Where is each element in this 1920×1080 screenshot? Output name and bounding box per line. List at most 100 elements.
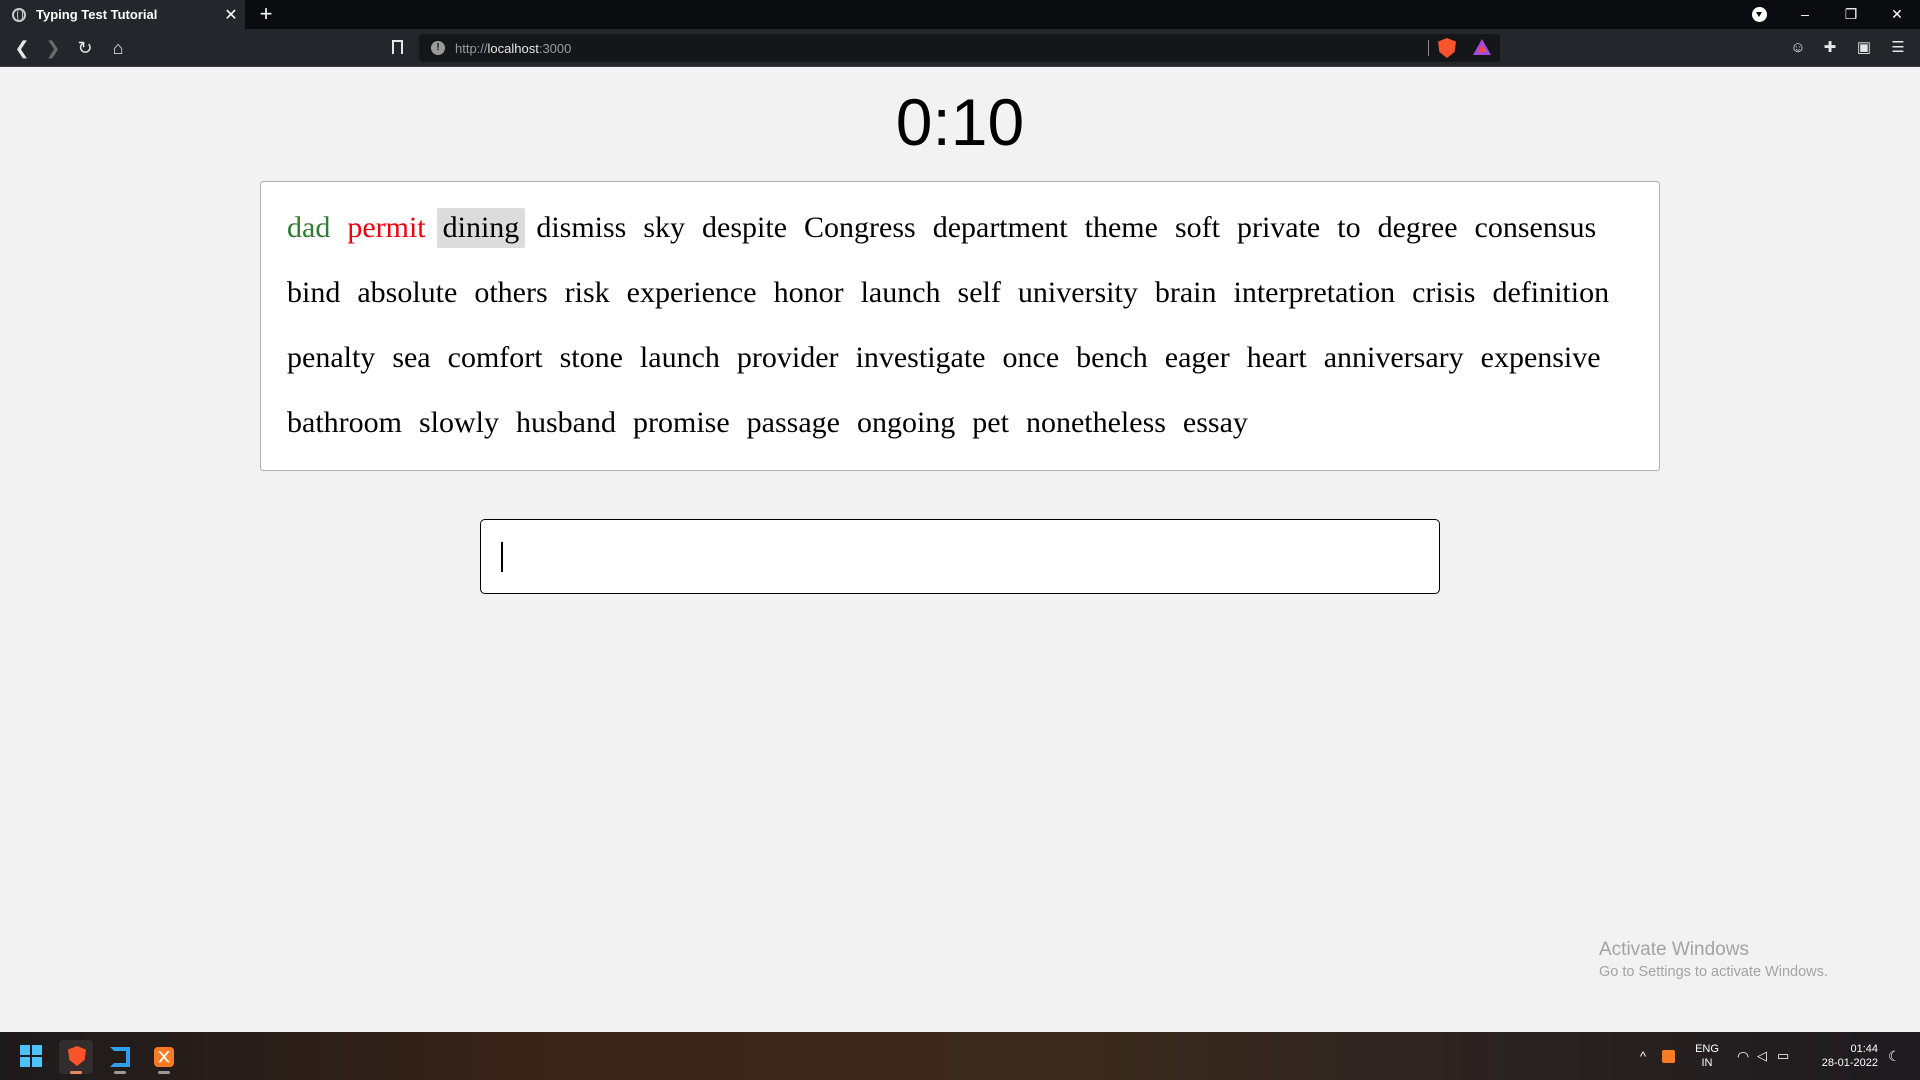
word-pending: dismiss bbox=[536, 211, 627, 244]
profile-menu-icon[interactable] bbox=[1752, 7, 1767, 22]
active-app-indicator bbox=[70, 1071, 82, 1074]
word-pending: provider bbox=[736, 341, 839, 374]
word-pending: honor bbox=[773, 276, 844, 309]
site-globe-icon bbox=[12, 7, 26, 22]
activate-windows-watermark: Activate Windows Go to Settings to activ… bbox=[1599, 939, 1828, 980]
word-pending: bathroom bbox=[287, 406, 402, 439]
word-pending: slowly bbox=[418, 406, 499, 439]
word-pending: heart bbox=[1246, 341, 1307, 374]
bookmark-icon[interactable] bbox=[392, 40, 403, 57]
word-pending: theme bbox=[1084, 211, 1158, 244]
word-pending: launch bbox=[860, 276, 941, 309]
xampp-icon: ᙭ bbox=[154, 1047, 174, 1067]
taskbar-brave-app[interactable] bbox=[59, 1040, 93, 1074]
word-pending: absolute bbox=[357, 276, 458, 309]
watermark-title: Activate Windows bbox=[1599, 939, 1749, 960]
word-incorrect: permit bbox=[347, 211, 426, 244]
clock-date: 28-01-2022 bbox=[1821, 1057, 1878, 1069]
clock-time: 01:44 bbox=[1850, 1043, 1878, 1055]
system-clock[interactable]: 01:44 28-01-2022 bbox=[1808, 1042, 1878, 1070]
reload-button[interactable]: ↻ bbox=[73, 36, 97, 60]
countdown-timer: 0:10 bbox=[895, 85, 1025, 159]
forward-button[interactable]: ❯ bbox=[41, 36, 65, 60]
main-menu-icon[interactable]: ☰ bbox=[1889, 39, 1907, 57]
watermark-subtitle: Go to Settings to activate Windows. bbox=[1599, 964, 1828, 980]
tab-close-button[interactable]: ✕ bbox=[217, 5, 245, 25]
word-pending: penalty bbox=[287, 341, 376, 374]
address-bar-divider bbox=[1428, 40, 1429, 56]
typing-input[interactable] bbox=[480, 519, 1440, 594]
wifi-icon[interactable]: ◠ bbox=[1737, 1032, 1749, 1080]
word-pending: eager bbox=[1164, 341, 1230, 374]
word-pending: essay bbox=[1182, 406, 1248, 439]
taskbar-xampp-app[interactable]: ᙭ bbox=[147, 1040, 181, 1074]
extensions-puzzle-icon[interactable]: ✚ bbox=[1821, 39, 1839, 57]
word-pending: to bbox=[1337, 211, 1361, 244]
word-pending: crisis bbox=[1412, 276, 1476, 309]
word-pending: sky bbox=[643, 211, 686, 244]
region-code: IN bbox=[1701, 1057, 1713, 1069]
word-pending: soft bbox=[1174, 211, 1220, 244]
language-code: ENG bbox=[1695, 1043, 1719, 1055]
word-pending: experience bbox=[626, 276, 757, 309]
brave-rewards-icon[interactable] bbox=[1473, 39, 1491, 55]
word-pending: despite bbox=[702, 211, 788, 244]
browser-toolbar: ❮ ❯ ↻ ⌂ ! http://localhost:3000 bbox=[0, 29, 1920, 67]
word-pending: bind bbox=[287, 276, 341, 309]
taskbar-vscode-app[interactable] bbox=[103, 1040, 137, 1074]
word-pending: launch bbox=[639, 341, 720, 374]
windows-taskbar: ᙭ ^ ENG IN ◠ ◁ ▭ 01:44 28-01-2022 ☾ bbox=[0, 1032, 1920, 1080]
url-text[interactable]: http://localhost:3000 bbox=[455, 41, 571, 56]
word-pending: stone bbox=[559, 341, 623, 374]
word-pending: husband bbox=[516, 406, 616, 439]
wallet-icon[interactable]: ▣ bbox=[1855, 39, 1873, 57]
vscode-icon bbox=[110, 1047, 130, 1067]
word-list: dad permit dining dismiss sky despite Congress… bbox=[281, 208, 1639, 468]
close-window-button[interactable]: ✕ bbox=[1874, 0, 1920, 29]
volume-icon[interactable]: ◁ bbox=[1757, 1032, 1767, 1080]
word-pending: investigate bbox=[855, 341, 986, 374]
tray-xampp-icon[interactable] bbox=[1662, 1032, 1675, 1080]
word-pending: university bbox=[1017, 276, 1138, 309]
new-tab-button[interactable]: + bbox=[254, 2, 278, 26]
word-pending: Congress bbox=[804, 211, 916, 244]
battery-icon[interactable]: ▭ bbox=[1777, 1032, 1789, 1080]
browser-tab-bar: Typing Test Tutorial ✕ + – ❐ ✕ bbox=[0, 0, 1920, 29]
address-bar[interactable]: ! http://localhost:3000 bbox=[419, 34, 1500, 62]
word-pending: expensive bbox=[1480, 341, 1601, 374]
home-button[interactable]: ⌂ bbox=[106, 36, 130, 60]
running-app-indicator bbox=[114, 1071, 126, 1074]
word-pending: interpretation bbox=[1233, 276, 1396, 309]
word-pending: passage bbox=[746, 406, 840, 439]
word-display-box: dad permit dining dismiss sky despite Congress… bbox=[260, 181, 1660, 471]
text-caret bbox=[501, 542, 503, 572]
tab-title: Typing Test Tutorial bbox=[36, 7, 158, 22]
word-pending: ongoing bbox=[856, 406, 956, 439]
windows-start-icon[interactable] bbox=[20, 1045, 42, 1067]
word-pending: comfort bbox=[447, 341, 543, 374]
word-pending: self bbox=[957, 276, 1001, 309]
minimize-button[interactable]: – bbox=[1782, 0, 1828, 29]
back-button[interactable]: ❮ bbox=[10, 36, 34, 60]
word-pending: others bbox=[474, 276, 548, 309]
restore-button[interactable]: ❐ bbox=[1828, 0, 1874, 29]
word-pending: pet bbox=[972, 406, 1009, 439]
word-correct: dad bbox=[287, 211, 331, 244]
language-indicator[interactable]: ENG IN bbox=[1690, 1042, 1724, 1070]
word-pending: consensus bbox=[1474, 211, 1597, 244]
browser-tab[interactable]: Typing Test Tutorial ✕ bbox=[0, 0, 245, 29]
site-info-icon[interactable]: ! bbox=[431, 41, 445, 55]
word-pending: sea bbox=[392, 341, 431, 374]
word-pending: bench bbox=[1076, 341, 1148, 374]
word-pending: promise bbox=[633, 406, 730, 439]
leo-assistant-icon[interactable]: ☺ bbox=[1789, 39, 1807, 57]
notifications-moon-icon[interactable]: ☾ bbox=[1888, 1032, 1901, 1080]
tray-overflow-chevron-icon[interactable]: ^ bbox=[1640, 1032, 1646, 1080]
word-pending: definition bbox=[1492, 276, 1610, 309]
word-pending: brain bbox=[1154, 276, 1217, 309]
word-pending: risk bbox=[564, 276, 610, 309]
word-pending: anniversary bbox=[1323, 341, 1464, 374]
brave-browser-icon bbox=[68, 1046, 86, 1066]
word-pending: private bbox=[1236, 211, 1321, 244]
word-current: dining bbox=[436, 208, 526, 248]
